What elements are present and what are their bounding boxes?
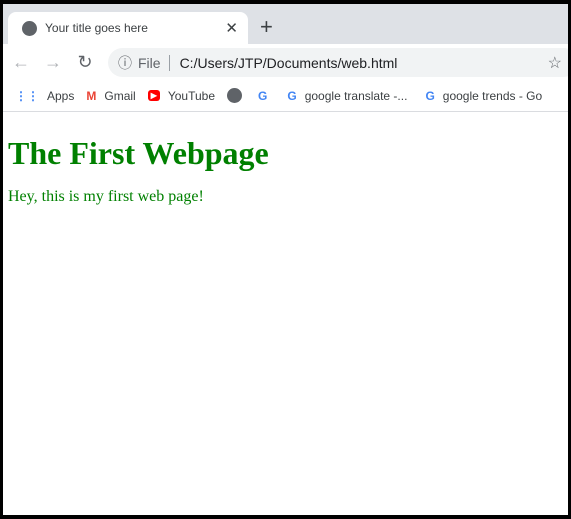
- bookmark-globe[interactable]: [227, 88, 243, 103]
- info-icon[interactable]: ⓘ: [118, 53, 132, 73]
- scheme-label: File: [138, 54, 161, 71]
- bookmark-star-icon[interactable]: ☆: [548, 53, 562, 73]
- address-bar[interactable]: ⓘ File C:/Users/JTP/Documents/web.html ☆: [108, 48, 568, 77]
- forward-button[interactable]: →: [37, 52, 69, 73]
- url-text[interactable]: C:/Users/JTP/Documents/web.html: [180, 55, 398, 71]
- active-tab[interactable]: Your title goes here ✕: [8, 12, 248, 44]
- bookmark-label: google translate -...: [304, 88, 408, 103]
- gmail-icon: M: [86, 88, 97, 103]
- bookmark-label: Apps: [47, 88, 75, 103]
- toolbar: ← → ↻ ⓘ File C:/Users/JTP/Documents/web.…: [3, 44, 568, 80]
- globe-icon: [227, 88, 243, 103]
- bookmarks-bar: ⋮⋮ Apps M Gmail ▶ YouTube G Ggoogle transla…: [3, 80, 568, 112]
- page-content: The First Webpage Hey, this is my first …: [3, 113, 568, 206]
- youtube-icon: ▶: [147, 90, 160, 101]
- bookmark-google-translate[interactable]: Ggoogle translate -...: [287, 89, 407, 103]
- bookmark-gmail[interactable]: M Gmail: [86, 89, 135, 103]
- page-paragraph: Hey, this is my first web page!: [8, 188, 204, 205]
- page-heading: The First Webpage: [8, 135, 269, 171]
- divider: [168, 54, 170, 71]
- bookmark-apps[interactable]: ⋮⋮ Apps: [15, 89, 74, 103]
- bookmark-label: YouTube: [167, 88, 216, 103]
- bookmark-label: google trends - Go: [442, 88, 543, 103]
- bookmark-google-trends[interactable]: Ggoogle trends - Go: [425, 89, 542, 103]
- google-icon: G: [287, 88, 297, 103]
- apps-grid-icon: ⋮⋮: [15, 88, 39, 103]
- bookmark-google[interactable]: G: [258, 89, 267, 103]
- close-tab-icon[interactable]: ✕: [225, 19, 238, 37]
- bookmark-label: Gmail: [104, 88, 136, 103]
- tab-strip: Your title goes here ✕ +: [3, 4, 568, 44]
- reload-button[interactable]: ↻: [69, 52, 101, 73]
- bookmark-youtube[interactable]: ▶ YouTube: [147, 88, 216, 103]
- tab-title: Your title goes here: [45, 21, 148, 35]
- back-button[interactable]: ←: [5, 52, 37, 73]
- new-tab-button[interactable]: +: [260, 14, 273, 40]
- browser-window: Your title goes here ✕ + ← → ↻ ⓘ File C:…: [3, 4, 568, 515]
- globe-icon: [22, 20, 37, 36]
- google-icon: G: [425, 88, 435, 103]
- google-icon: G: [258, 88, 268, 103]
